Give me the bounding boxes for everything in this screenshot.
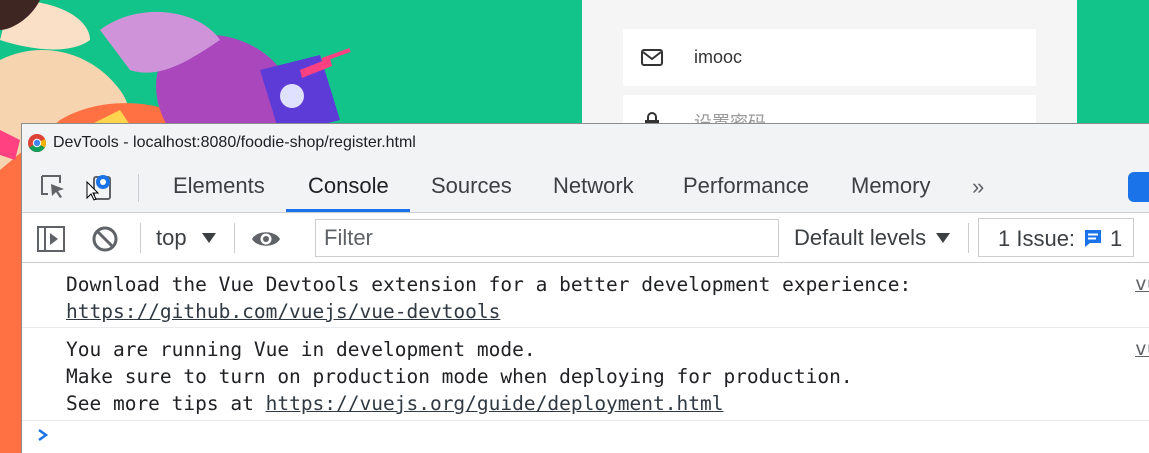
show-sidebar-icon[interactable] bbox=[36, 224, 66, 254]
panel-tab-bar: Elements Console Sources Network Perform… bbox=[22, 162, 1149, 213]
toolbar-divider bbox=[140, 223, 141, 253]
message-prefix: See more tips at bbox=[66, 392, 266, 415]
toolbar-divider bbox=[234, 223, 235, 253]
message-link[interactable]: https://github.com/vuejs/vue-devtools bbox=[66, 298, 500, 325]
live-expression-eye-icon[interactable] bbox=[251, 224, 281, 254]
tab-console[interactable]: Console bbox=[308, 173, 389, 199]
username-value: imooc bbox=[694, 47, 743, 67]
chevron-down-icon[interactable] bbox=[936, 233, 950, 243]
tab-sources[interactable]: Sources bbox=[431, 173, 512, 199]
message-source-link[interactable]: vu bbox=[1135, 272, 1149, 295]
issues-badge-icon[interactable] bbox=[1128, 172, 1149, 202]
toolbar-divider bbox=[968, 223, 969, 253]
username-field[interactable]: imooc bbox=[623, 29, 1036, 86]
console-message: Download the Vue Devtools extension for … bbox=[22, 263, 1149, 328]
chrome-icon bbox=[28, 134, 46, 152]
tab-performance[interactable]: Performance bbox=[683, 173, 809, 199]
filter-box[interactable] bbox=[315, 219, 779, 257]
message-link[interactable]: https://vuejs.org/guide/deployment.html bbox=[266, 392, 724, 415]
issues-label: 1 Issue: bbox=[998, 226, 1076, 251]
window-title: DevTools - localhost:8080/foodie-shop/re… bbox=[53, 134, 416, 151]
active-tab-indicator bbox=[286, 209, 410, 212]
tab-network[interactable]: Network bbox=[553, 173, 634, 199]
message-text: You are running Vue in development mode. bbox=[66, 338, 536, 361]
more-tabs-button[interactable]: » bbox=[972, 174, 984, 200]
console-prompt-icon[interactable] bbox=[36, 428, 50, 442]
context-selector[interactable]: top bbox=[156, 225, 187, 251]
mail-icon bbox=[641, 49, 663, 66]
clear-console-icon[interactable] bbox=[90, 224, 120, 254]
issue-message-icon bbox=[1085, 230, 1101, 247]
devtools-window: DevTools - localhost:8080/foodie-shop/re… bbox=[21, 123, 1149, 453]
message-text: Make sure to turn on production mode whe… bbox=[66, 365, 853, 388]
console-toolbar: top Default levels 1 Issue: 1 bbox=[22, 213, 1149, 263]
message-text: Download the Vue Devtools extension for … bbox=[66, 273, 912, 296]
device-toolbar-icon[interactable] bbox=[86, 172, 116, 202]
message-source-link[interactable]: vu bbox=[1135, 337, 1149, 360]
issues-count: 1 bbox=[1110, 226, 1123, 251]
tab-elements[interactable]: Elements bbox=[173, 173, 265, 199]
message-line: See more tips at https://vuejs.org/guide… bbox=[66, 390, 723, 417]
chevron-down-icon[interactable] bbox=[202, 233, 216, 243]
filter-input[interactable] bbox=[316, 220, 778, 256]
log-levels-dropdown[interactable]: Default levels bbox=[794, 225, 926, 251]
issues-counter-button[interactable]: 1 Issue: 1 bbox=[978, 218, 1134, 257]
window-titlebar[interactable]: DevTools - localhost:8080/foodie-shop/re… bbox=[22, 124, 1149, 162]
toolbar-divider bbox=[138, 174, 139, 202]
console-output: Download the Vue Devtools extension for … bbox=[22, 263, 1149, 453]
inspect-element-icon[interactable] bbox=[38, 172, 68, 202]
console-message: You are running Vue in development mode.… bbox=[22, 328, 1149, 421]
tab-memory[interactable]: Memory bbox=[851, 173, 930, 199]
